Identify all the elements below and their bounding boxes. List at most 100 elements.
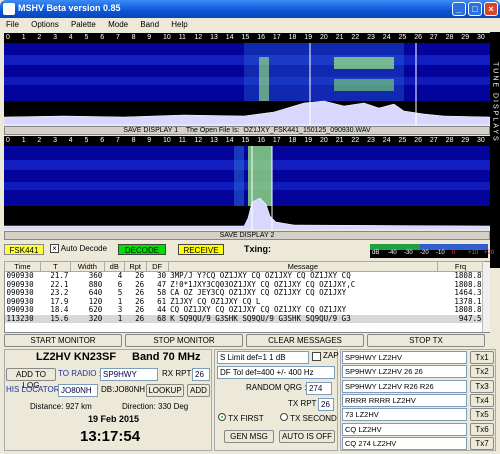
tx-message-field[interactable]: 73 LZ2HV [342, 408, 467, 422]
to-radio-label: TO RADIO : [58, 369, 101, 378]
tx-button[interactable]: Tx5 [470, 408, 494, 422]
scale-tick: 1 [21, 34, 26, 41]
spectrogram-display-2[interactable] [4, 146, 490, 230]
scale-tick: 23 [367, 34, 375, 41]
band-label: Band 70 MHz [132, 351, 201, 363]
radio-selected-icon[interactable] [218, 413, 226, 421]
tx-message-field[interactable]: SP9HWY LZ2HV R26 R26 [342, 379, 467, 393]
signal-meter: dB -40 -30 -20 -10 0 +10 +20 [370, 244, 494, 258]
scale-tick: 25 [398, 137, 407, 144]
column-header[interactable]: DF [145, 261, 169, 272]
close-button[interactable]: × [484, 2, 498, 16]
receive-button[interactable]: RECEIVE [178, 244, 224, 255]
column-header[interactable]: T [39, 261, 71, 272]
gen-msg-button[interactable]: GEN MSG [224, 430, 274, 443]
mode-indicator[interactable]: FSK441 [4, 244, 44, 255]
scale-tick: 21 [335, 137, 344, 144]
scale-tick: 30 [477, 137, 485, 144]
table-cell-df: 68 [146, 314, 169, 323]
his-call-field[interactable]: SP9HWY [100, 368, 158, 381]
radio-unselected-icon[interactable] [280, 413, 288, 421]
column-header[interactable]: dB [103, 261, 125, 272]
save-display-2-label: SAVE DISPLAY 2 [219, 232, 275, 239]
column-header[interactable]: Time [4, 261, 41, 272]
scale-tick: 8 [131, 137, 136, 144]
app-icon [3, 3, 15, 15]
add-button[interactable]: ADD [187, 384, 210, 397]
time-scale-1: 0 1 2 3 4 5 6 7 8 9 10 11 12 13 14 15 16 17 18 19 20 21 22 23 24… [4, 33, 490, 43]
lookup-button[interactable]: LOOKUP [146, 384, 184, 397]
meter-tick-label: 0 [452, 250, 456, 256]
random-qrg-label: RANDOM QRG : [246, 383, 307, 392]
meter-tick-labels: dB -40 -30 -20 -10 0 +10 +20 [370, 250, 494, 258]
tx-message-field[interactable]: RRRR RRRR LZ2HV [342, 393, 467, 407]
zap-checkbox[interactable] [312, 352, 321, 361]
stop-monitor-button[interactable]: STOP MONITOR [125, 334, 243, 347]
scale-tick: 0 [6, 137, 10, 144]
maximize-button[interactable]: □ [468, 2, 482, 16]
tx-button[interactable]: Tx3 [470, 379, 494, 393]
checkbox-mark-icon[interactable]: × [50, 244, 59, 253]
tx-second-radio[interactable]: TX SECOND [280, 413, 338, 425]
scale-tick: 2 [37, 34, 42, 41]
menu-options[interactable]: Options [31, 20, 59, 29]
s-limit-field[interactable]: S Limit def=1 1 dB [217, 351, 309, 364]
scale-tick: 24 [382, 34, 391, 41]
add-to-log-button[interactable]: ADD TO LOG [6, 368, 56, 390]
column-header[interactable]: Rpt [123, 261, 147, 272]
scale-tick: 27 [429, 137, 438, 144]
column-header[interactable]: Width [69, 261, 105, 272]
tx-button[interactable]: Tx2 [470, 365, 494, 379]
save-display-1-bar[interactable]: SAVE DISPLAY 1 The Open File Is: OZ1JXY_… [4, 126, 490, 135]
clear-messages-button[interactable]: CLEAR MESSAGES [246, 334, 364, 347]
table-scrollbar[interactable] [482, 262, 490, 332]
column-header[interactable]: Frq [437, 261, 484, 272]
meter-tick-label: -40 [388, 250, 397, 256]
scale-tick: 28 [445, 34, 454, 41]
tx-message-field[interactable]: CQ LZ2HV [342, 422, 467, 436]
auto-toggle-button[interactable]: AUTO IS OFF [279, 430, 335, 443]
table-cell-frq: 947.5 [437, 314, 484, 323]
save-display-2-bar[interactable]: SAVE DISPLAY 2 [4, 231, 490, 240]
tx-button[interactable]: Tx4 [470, 393, 494, 407]
scale-tick: 9 [147, 34, 152, 41]
scale-tick: 5 [84, 34, 89, 41]
scale-tick: 18 [288, 34, 297, 41]
tx-button[interactable]: Tx6 [470, 422, 494, 436]
scale-tick: 16 [257, 34, 265, 41]
decode-button[interactable]: DECODE [118, 244, 166, 255]
tx-rpt-field[interactable]: 26 [318, 398, 334, 411]
tx-button[interactable]: Tx1 [470, 351, 494, 364]
scale-tick: 14 [225, 34, 234, 41]
scale-tick: 11 [178, 137, 186, 144]
menu-palette[interactable]: Palette [71, 20, 96, 29]
column-header[interactable]: Message [167, 261, 439, 272]
scale-tick: 30 [477, 34, 485, 41]
menu-file[interactable]: File [6, 20, 19, 29]
minimize-button[interactable]: _ [452, 2, 466, 16]
spectrogram-display-1[interactable] [4, 43, 490, 125]
scale-tick: 27 [429, 34, 438, 41]
stop-tx-button[interactable]: STOP TX [367, 334, 485, 347]
scale-tick: 23 [367, 137, 375, 144]
tx-first-radio[interactable]: TX FIRST [218, 413, 278, 425]
random-qrg-field[interactable]: 274 [306, 382, 332, 395]
scale-tick: 8 [131, 34, 136, 41]
df-tol-field[interactable]: DF Tol def=400 +/- 400 Hz [217, 366, 335, 379]
scale-tick: 24 [382, 137, 391, 144]
tx-message-field[interactable]: SP9HWY LZ2HV [342, 351, 467, 364]
tune-displays-button[interactable]: TUNE DISPLAYS [490, 32, 500, 268]
db-locator-label: DB:JO80NH [101, 385, 146, 394]
rx-rpt-field[interactable]: 26 [192, 368, 210, 381]
start-monitor-button[interactable]: START MONITOR [4, 334, 122, 347]
tx-message-field[interactable]: SP9HWY LZ2HV 26 26 [342, 365, 467, 379]
txing-label: Txing: [244, 244, 271, 254]
menu-band[interactable]: Band [140, 20, 159, 29]
tx-message-field[interactable]: CQ 274 LZ2HV [342, 436, 467, 450]
locator-field[interactable]: JO80NH [58, 384, 98, 397]
menu-help[interactable]: Help [171, 20, 187, 29]
scale-tick: 9 [147, 137, 152, 144]
table-row[interactable]: 113230 15.6 320 1 26 68 K SQ9QU/9 G3SHK SQ9QU/… [4, 314, 484, 323]
tx-button[interactable]: Tx7 [470, 436, 494, 450]
menu-mode[interactable]: Mode [108, 20, 128, 29]
